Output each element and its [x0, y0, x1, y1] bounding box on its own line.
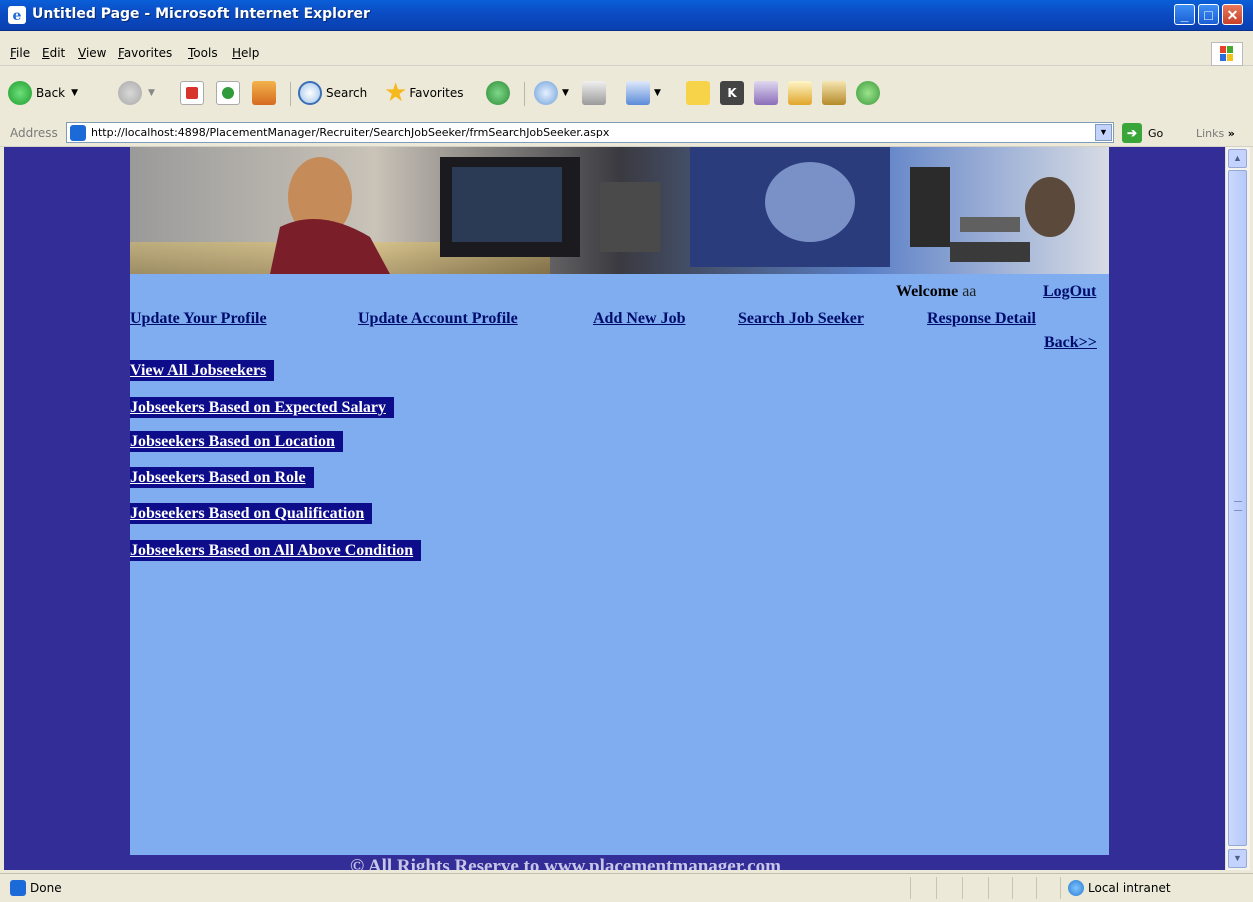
menu-favorites[interactable]: Favorites — [118, 46, 172, 60]
back-button[interactable]: Back ▼ — [8, 80, 78, 106]
back-link[interactable]: Back>> — [1044, 334, 1097, 352]
menu-view[interactable]: View — [78, 46, 106, 60]
nav-response-detail[interactable]: Response Detail — [927, 310, 1036, 328]
internet-explorer-icon: e — [8, 6, 26, 24]
jobseekers-by-role-link[interactable]: Jobseekers Based on Role — [130, 467, 314, 488]
close-button[interactable]: ✕ — [1222, 4, 1243, 25]
window-title: Untitled Page - Microsoft Internet Explo… — [32, 6, 370, 22]
mail-icon — [534, 81, 558, 105]
banner-image — [130, 147, 1109, 274]
forward-arrow-icon — [118, 81, 142, 105]
chevron-down-icon: ▼ — [654, 88, 661, 98]
menu-tools[interactable]: Tools — [188, 46, 218, 60]
go-arrow-icon[interactable]: ➔ — [1122, 123, 1142, 143]
nav-add-new-job[interactable]: Add New Job — [593, 310, 685, 328]
refresh-icon — [216, 81, 240, 105]
links-button[interactable]: Links » — [1196, 127, 1235, 140]
back-arrow-icon — [8, 81, 32, 105]
search-button[interactable]: Search — [298, 80, 367, 106]
welcome-text: Welcome aa — [896, 283, 976, 301]
menu-edit[interactable]: Edit — [42, 46, 65, 60]
security-zone: Local intranet — [1088, 881, 1171, 895]
chevron-down-icon: ▼ — [562, 88, 569, 98]
go-button[interactable]: Go — [1148, 127, 1163, 140]
vertical-scrollbar[interactable]: ▲ ▼ — [1225, 147, 1250, 870]
chevron-down-icon: ▼ — [71, 88, 79, 98]
username: aa — [962, 283, 977, 300]
home-icon — [252, 81, 276, 105]
nav-update-account-profile[interactable]: Update Account Profile — [358, 310, 518, 328]
edit-page-icon — [626, 81, 650, 105]
chevron-down-icon: ▼ — [148, 88, 155, 98]
windows-logo-icon — [1211, 42, 1243, 66]
browser-viewport: Welcome aa LogOut Update Your Profile Upd… — [4, 147, 1225, 870]
messenger-icon — [856, 81, 880, 105]
history-icon — [486, 81, 510, 105]
search-label: Search — [326, 86, 368, 100]
menu-help[interactable]: Help — [232, 46, 259, 60]
stop-button[interactable] — [180, 80, 204, 106]
messenger-button[interactable] — [856, 80, 880, 106]
k-toolbar-button[interactable]: K — [720, 80, 744, 106]
maximize-button[interactable]: □ — [1198, 4, 1219, 25]
address-input[interactable]: http://localhost:4898/PlacementManager/R… — [66, 122, 1114, 143]
menu-bar: File Edit View Favorites Tools Help — [0, 40, 1253, 66]
logout-link[interactable]: LogOut — [1043, 283, 1096, 301]
jobseekers-by-all-conditions-link[interactable]: Jobseekers Based on All Above Condition — [130, 540, 422, 561]
nav-update-your-profile[interactable]: Update Your Profile — [130, 310, 267, 328]
page-icon — [70, 125, 86, 141]
footer-copyright: © All Rights Reserve to www.placementman… — [350, 856, 781, 870]
home-button[interactable] — [252, 80, 276, 106]
forward-button[interactable]: ▼ — [118, 80, 155, 106]
star-icon: ★ — [384, 78, 408, 108]
toolbar: Back ▼ ▼ Search ★ Favorites ▼ ▼ K — [0, 68, 1253, 121]
notes-button[interactable] — [686, 80, 710, 106]
scroll-down-icon[interactable]: ▼ — [1228, 849, 1247, 868]
edit-button[interactable]: ▼ — [626, 80, 661, 106]
stop-icon — [180, 81, 204, 105]
title-bar: e Untitled Page - Microsoft Internet Exp… — [0, 0, 1253, 31]
history-button[interactable] — [486, 80, 510, 106]
scroll-up-icon[interactable]: ▲ — [1228, 149, 1247, 168]
k-icon: K — [720, 81, 744, 105]
status-bar: Done Local intranet — [0, 873, 1253, 902]
menu-file[interactable]: File — [10, 46, 30, 60]
messenger-addon-button[interactable] — [754, 80, 778, 106]
back-label: Back — [36, 86, 66, 100]
search-icon — [298, 81, 322, 105]
note-icon — [686, 81, 710, 105]
printer-icon — [582, 81, 606, 105]
address-dropdown-icon[interactable]: ▼ — [1095, 124, 1112, 141]
welcome-label: Welcome — [896, 283, 959, 300]
scroll-thumb[interactable] — [1228, 170, 1247, 846]
page-done-icon — [10, 880, 26, 896]
status-text: Done — [30, 881, 62, 895]
page-content: Welcome aa LogOut Update Your Profile Upd… — [130, 147, 1109, 855]
research-button[interactable] — [788, 80, 812, 106]
address-url[interactable]: http://localhost:4898/PlacementManager/R… — [91, 126, 609, 139]
mail-button[interactable]: ▼ — [534, 80, 569, 106]
links-chevron-icon: » — [1227, 127, 1235, 140]
address-label: Address — [10, 126, 58, 140]
minimize-button[interactable]: _ — [1174, 4, 1195, 25]
local-intranet-icon — [1068, 880, 1084, 896]
nav-search-job-seeker[interactable]: Search Job Seeker — [738, 310, 864, 328]
favorites-button[interactable]: ★ Favorites — [384, 80, 464, 106]
jobseekers-by-location-link[interactable]: Jobseekers Based on Location — [130, 431, 343, 452]
svg-text:e: e — [13, 8, 22, 24]
view-all-jobseekers-link[interactable]: View All Jobseekers — [130, 360, 275, 381]
jobseekers-by-qualification-link[interactable]: Jobseekers Based on Qualification — [130, 503, 373, 524]
reference-button[interactable] — [822, 80, 846, 106]
addon-icon — [754, 81, 778, 105]
favorites-label: Favorites — [409, 86, 464, 100]
address-bar: Address http://localhost:4898/PlacementM… — [0, 120, 1253, 147]
refresh-button[interactable] — [216, 80, 240, 106]
jobseekers-by-salary-link[interactable]: Jobseekers Based on Expected Salary — [130, 397, 394, 418]
links-label: Links — [1196, 127, 1225, 140]
books-icon — [822, 81, 846, 105]
print-button[interactable] — [582, 80, 606, 106]
research-icon — [788, 81, 812, 105]
